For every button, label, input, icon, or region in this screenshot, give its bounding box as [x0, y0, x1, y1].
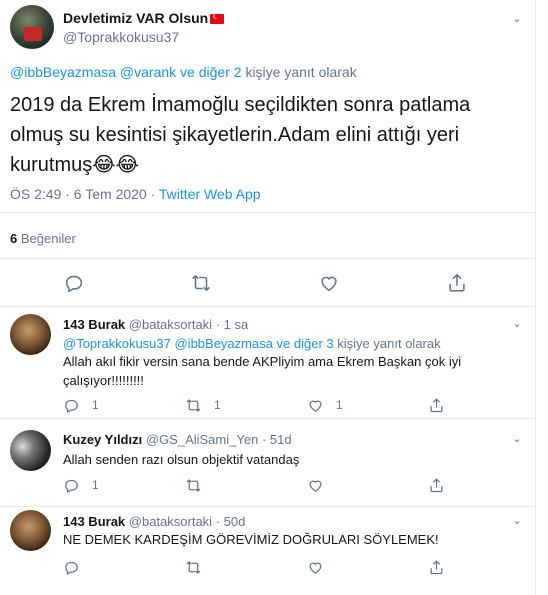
chevron-down-icon[interactable]: ⌄ [510, 432, 524, 446]
reply-to-suffix: kişiye yanıt olarak [245, 64, 357, 80]
likes-label: Beğeniler [20, 231, 76, 246]
reply-text: Allah senden razı olsun objektif vatanda… [63, 452, 300, 467]
reply-text: NE DEMEK KARDEŞİM GÖREVİMİZ DOĞRULARI SÖ… [63, 532, 439, 547]
share-button[interactable] [428, 476, 445, 494]
reply-to-handles[interactable]: @ibbBeyazmasa @varank ve diğer 2 [10, 64, 242, 80]
reply-header: 143 Burak @bataksortaki · 1 sa [63, 317, 248, 332]
author-handle[interactable]: @bataksortaki [129, 514, 212, 529]
share-icon [430, 477, 443, 492]
author-name[interactable]: Devletimiz VAR Olsun [63, 10, 225, 26]
share-icon[interactable] [446, 272, 468, 294]
tweet-text: 2019 da Ekrem İmamoğlu seçildikten sonra… [10, 94, 471, 176]
like-icon [309, 562, 322, 574]
reply-to-handles[interactable]: @Toprakkokusu37 @ibbBeyazmasa ve diğer 3 [63, 336, 334, 351]
reply-tweet[interactable]: 143 Burak @bataksortaki · 50d ⌄ NE DEMEK… [0, 506, 536, 595]
avatar[interactable] [10, 314, 51, 355]
author-handle[interactable]: @Toprakkokusu37 [63, 29, 179, 45]
retweet-count: 1 [214, 398, 221, 412]
author-name[interactable]: 143 Burak [63, 317, 125, 332]
reply-icon[interactable] [63, 272, 85, 294]
retweet-icon [186, 398, 201, 412]
like-button[interactable]: 1 [307, 396, 343, 414]
like-button[interactable] [307, 476, 324, 494]
chevron-down-icon[interactable]: ⌄ [510, 514, 524, 528]
author-handle[interactable]: @GS_AliSami_Yen [146, 432, 258, 447]
share-button[interactable] [428, 396, 445, 414]
share-icon [430, 559, 443, 574]
tweet-source[interactable]: Twitter Web App [159, 186, 261, 202]
reply-to-suffix: kişiye yanıt olarak [337, 336, 441, 351]
turkey-flag-icon [210, 11, 225, 24]
reply-button[interactable]: 1 [63, 396, 99, 414]
like-icon [309, 400, 322, 412]
like-icon[interactable] [318, 272, 340, 294]
divider [0, 212, 536, 213]
share-icon [430, 397, 443, 412]
reply-icon [65, 479, 78, 493]
likes-count: 6 [10, 231, 18, 246]
reply-button[interactable] [63, 558, 80, 576]
reply-tweet[interactable]: Kuzey Yıldızı @GS_AliSami_Yen · 51d ⌄ Al… [0, 418, 536, 506]
reply-button[interactable]: 1 [63, 476, 99, 494]
reply-tweet[interactable]: 143 Burak @bataksortaki · 1 sa ⌄ @Toprak… [0, 306, 536, 418]
reply-context: @ibbBeyazmasa @varank ve diğer 2 kişiye … [10, 64, 357, 80]
reply-context: @Toprakkokusu37 @ibbBeyazmasa ve diğer 3… [63, 334, 503, 353]
reply-header: 143 Burak @bataksortaki · 50d [63, 514, 245, 529]
likes-summary[interactable]: 6 Beğeniler [10, 231, 76, 246]
retweet-icon [186, 478, 201, 492]
reply-timestamp[interactable]: · 51d [262, 432, 292, 447]
like-icon [309, 480, 322, 492]
author-name[interactable]: 143 Burak [63, 514, 125, 529]
author-name[interactable]: Kuzey Yıldızı [63, 432, 142, 447]
retweet-button[interactable]: 1 [185, 396, 221, 414]
reply-icon [65, 399, 78, 413]
author-name-text[interactable]: Devletimiz VAR Olsun [63, 10, 208, 26]
tweet-timestamp[interactable]: ÖS 2:49 · 6 Tem 2020 · [10, 186, 155, 202]
tweet-thread: Devletimiz VAR Olsun @Toprakkokusu37 ⌄ @… [0, 0, 536, 595]
reply-timestamp[interactable]: · 1 sa [216, 317, 249, 332]
reply-icon [65, 561, 78, 575]
divider [0, 258, 536, 259]
retweet-icon[interactable] [190, 272, 212, 294]
reply-count: 1 [92, 478, 99, 492]
reply-count: 1 [92, 398, 99, 412]
like-count: 1 [336, 398, 343, 412]
share-button[interactable] [428, 558, 445, 576]
like-button[interactable] [307, 558, 324, 576]
tweet-meta: ÖS 2:49 · 6 Tem 2020 · Twitter Web App [10, 186, 261, 202]
avatar[interactable] [10, 5, 54, 49]
retweet-button[interactable] [185, 558, 202, 576]
reply-header: Kuzey Yıldızı @GS_AliSami_Yen · 51d [63, 432, 292, 447]
reply-timestamp[interactable]: · 50d [216, 514, 246, 529]
chevron-down-icon[interactable]: ⌄ [510, 317, 524, 331]
retweet-button[interactable] [185, 476, 202, 494]
avatar[interactable] [10, 430, 51, 471]
retweet-icon [186, 560, 201, 574]
avatar[interactable] [10, 510, 51, 551]
author-handle[interactable]: @bataksortaki [129, 317, 212, 332]
reply-text: Allah akıl fikir versin sana bende AKPli… [63, 354, 462, 388]
chevron-down-icon[interactable]: ⌄ [510, 12, 524, 26]
